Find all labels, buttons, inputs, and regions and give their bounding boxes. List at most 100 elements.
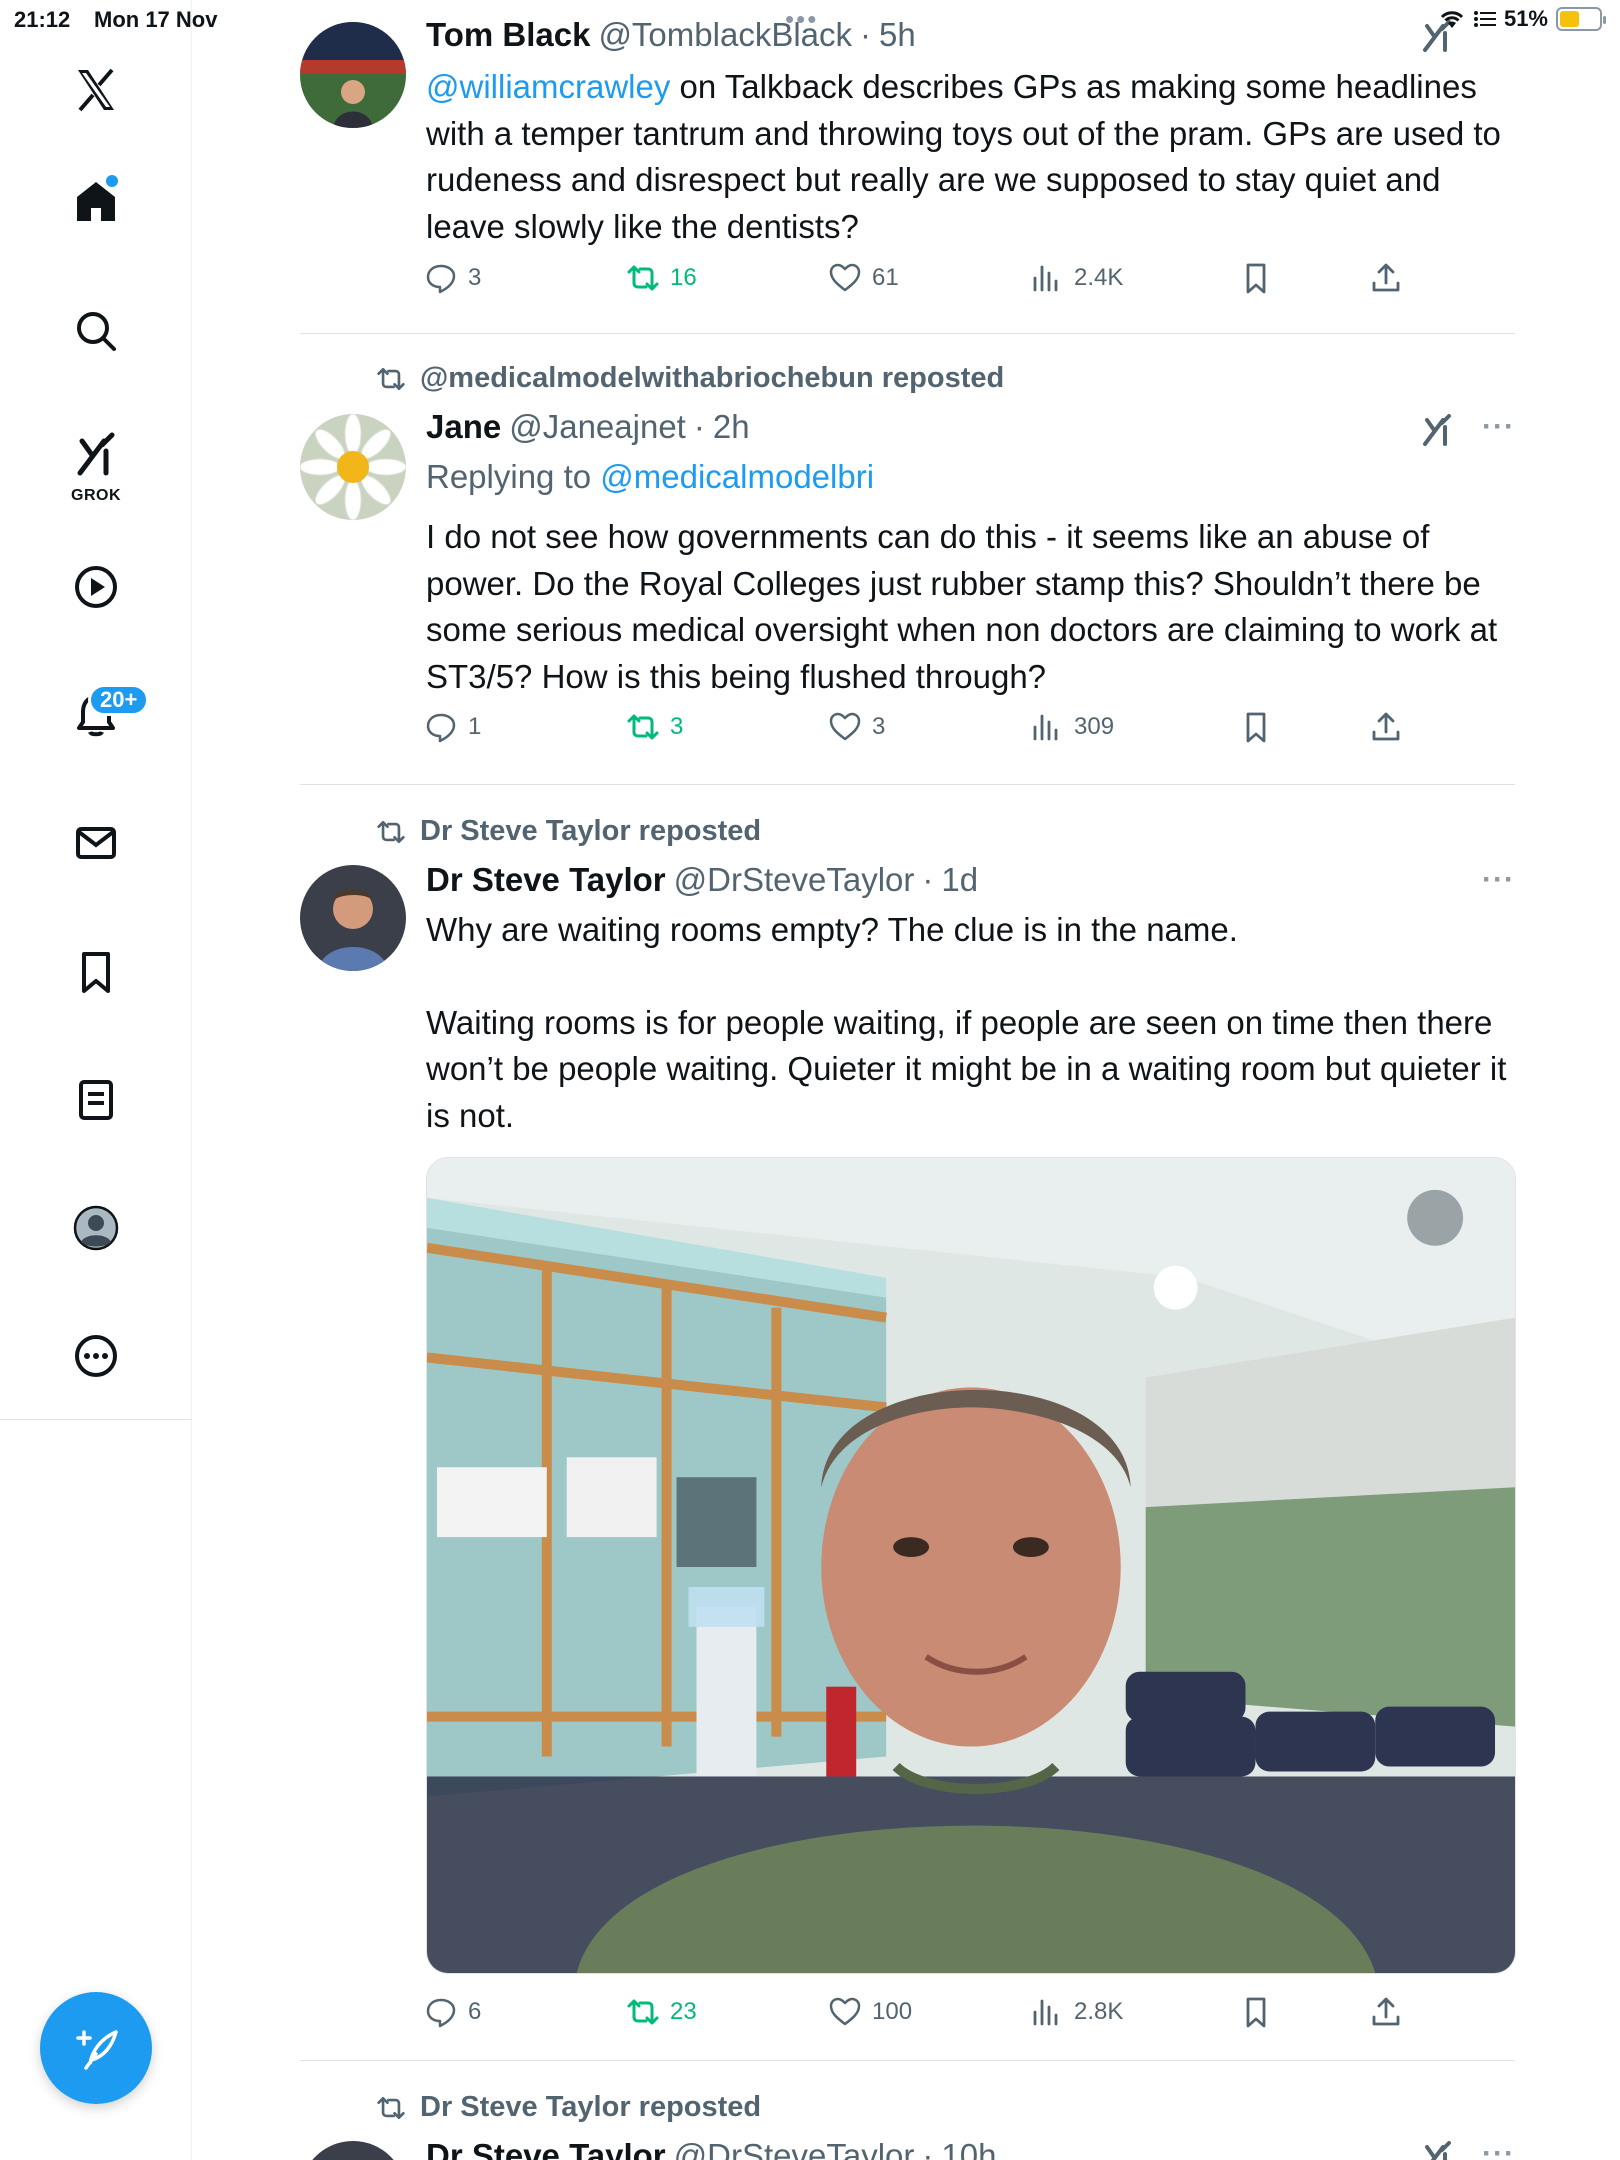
tweet-text: @williamcrawley on Talkback describes GP… (426, 64, 1516, 250)
more-options-icon[interactable]: ··· (1482, 410, 1515, 444)
sidebar-divider (0, 1419, 192, 1420)
reply-count: 6 (468, 1998, 482, 2025)
heart-icon (829, 712, 861, 741)
x-logo-icon[interactable] (56, 50, 136, 130)
tweet-paragraph: Waiting rooms is for people waiting, if … (426, 1003, 1507, 1134)
retweet-button[interactable]: 23 (626, 1995, 697, 2029)
tweet-dr-steve-taylor-2[interactable]: Dr Steve Taylor reposted Dr Steve Taylor… (300, 2061, 1515, 2160)
tweet-time[interactable]: 2h (713, 408, 750, 446)
tweet-time[interactable]: 1d (941, 861, 978, 899)
reply-icon (426, 264, 456, 294)
compose-icon (76, 2030, 118, 2070)
retweet-icon (627, 1999, 659, 2025)
share-button[interactable] (1369, 1995, 1403, 2029)
status-time: 21:12 (14, 7, 71, 32)
home-icon[interactable] (56, 161, 136, 241)
author-name[interactable]: Jane (426, 408, 501, 446)
avatar[interactable] (300, 865, 406, 971)
tweet-actions: 3 16 61 2.4K (424, 261, 1519, 309)
battery-level (1560, 11, 1580, 27)
like-count: 3 (872, 713, 886, 740)
like-button[interactable]: 3 (828, 710, 885, 744)
tweet-dr-steve-taylor[interactable]: Dr Steve Taylor reposted Dr Steve Taylor… (300, 785, 1516, 2060)
reposted-by[interactable]: @medicalmodelwithabriochebun reposted (420, 362, 1004, 395)
bookmarks-icon[interactable] (56, 932, 136, 1012)
timeline-feed: Tom Black @TomblackBlack · 5h @williamcr… (300, 0, 1516, 2160)
like-button[interactable]: 61 (828, 261, 899, 295)
tweet-header: Jane @Janeajnet · 2h (426, 408, 750, 446)
author-name[interactable]: Dr Steve Taylor (426, 2137, 666, 2160)
grok-explain-icon[interactable] (1419, 412, 1455, 453)
views-icon (1033, 714, 1058, 741)
heart-icon (829, 1997, 861, 2026)
views-icon (1033, 1999, 1058, 2026)
author-handle[interactable]: @Janeajnet (509, 408, 686, 446)
repost-indicator: @medicalmodelwithabriochebun reposted (376, 362, 1004, 395)
more-options-icon[interactable]: ··· (1482, 863, 1515, 897)
reply-button[interactable]: 1 (424, 710, 481, 744)
tweet-paragraph: Why are waiting rooms empty? The clue is… (426, 911, 1238, 948)
bookmark-icon (1246, 263, 1266, 294)
notification-badge: 20+ (88, 684, 150, 716)
more-icon[interactable] (56, 1316, 136, 1396)
tweet-tom-black[interactable]: Tom Black @TomblackBlack · 5h @williamcr… (300, 0, 1515, 333)
repost-indicator: Dr Steve Taylor reposted (376, 815, 761, 848)
status-date: Mon 17 Nov (94, 7, 218, 32)
retweet-icon (627, 714, 659, 740)
view-count: 2.8K (1074, 1998, 1124, 2025)
reply-count: 3 (468, 264, 482, 291)
share-button[interactable] (1369, 710, 1403, 744)
lists-icon[interactable] (56, 1060, 136, 1140)
retweet-count: 16 (670, 264, 697, 291)
bookmark-button[interactable] (1239, 710, 1273, 744)
retweet-button[interactable]: 16 (626, 261, 697, 295)
retweet-count: 3 (670, 713, 684, 740)
author-handle[interactable]: @DrSteveTaylor (674, 2137, 915, 2160)
share-icon (1372, 263, 1400, 292)
wifi-icon (1440, 11, 1464, 28)
search-icon[interactable] (56, 291, 136, 371)
tweet-time[interactable]: 10h (941, 2137, 996, 2160)
grok-explain-icon[interactable] (1419, 2139, 1455, 2160)
compose-button[interactable] (40, 1992, 152, 2104)
multitasking-dots-icon[interactable]: ••• (785, 4, 818, 35)
views-button[interactable]: 2.8K (1030, 1995, 1123, 2029)
reposted-by[interactable]: Dr Steve Taylor reposted (420, 815, 761, 848)
author-handle[interactable]: @DrSteveTaylor (674, 861, 915, 899)
author-name[interactable]: Dr Steve Taylor (426, 861, 666, 899)
avatar[interactable] (300, 414, 406, 520)
retweet-button[interactable]: 3 (626, 710, 683, 744)
more-options-icon[interactable]: ··· (1482, 2137, 1515, 2160)
reply-button[interactable]: 3 (424, 261, 481, 295)
replying-to-link[interactable]: @medicalmodelbri (600, 458, 874, 495)
tweet-media-photo[interactable] (426, 1157, 1516, 1974)
retweet-icon (627, 265, 659, 291)
bookmark-button[interactable] (1239, 261, 1273, 295)
video-icon[interactable] (56, 547, 136, 627)
grok-icon[interactable]: GROK (56, 417, 136, 507)
bookmark-icon (1246, 1997, 1266, 2028)
share-icon (1372, 1997, 1400, 2026)
bookmark-button[interactable] (1239, 1995, 1273, 2029)
mention-link[interactable]: @williamcrawley (426, 68, 670, 105)
share-button[interactable] (1369, 261, 1403, 295)
retweet-icon (377, 367, 405, 390)
tweet-jane[interactable]: @medicalmodelwithabriochebun reposted Ja… (300, 334, 1515, 784)
views-button[interactable]: 309 (1030, 710, 1114, 744)
tweet-text: I do not see how governments can do this… (426, 518, 1498, 695)
view-count: 2.4K (1074, 264, 1124, 291)
reply-button[interactable]: 6 (424, 1995, 481, 2029)
avatar[interactable] (300, 2141, 406, 2160)
views-icon (1033, 265, 1058, 292)
messages-icon[interactable] (56, 803, 136, 883)
repost-indicator: Dr Steve Taylor reposted (376, 2091, 761, 2124)
sidebar: GROK 20+ (0, 0, 192, 2160)
view-count: 309 (1074, 713, 1115, 740)
reposted-by[interactable]: Dr Steve Taylor reposted (420, 2091, 761, 2124)
separator: · (922, 861, 934, 898)
like-button[interactable]: 100 (828, 1995, 912, 2029)
profile-icon[interactable] (56, 1188, 136, 1268)
share-icon (1372, 712, 1400, 741)
tweet-actions: 1 3 3 309 (424, 710, 1519, 758)
views-button[interactable]: 2.4K (1030, 261, 1123, 295)
